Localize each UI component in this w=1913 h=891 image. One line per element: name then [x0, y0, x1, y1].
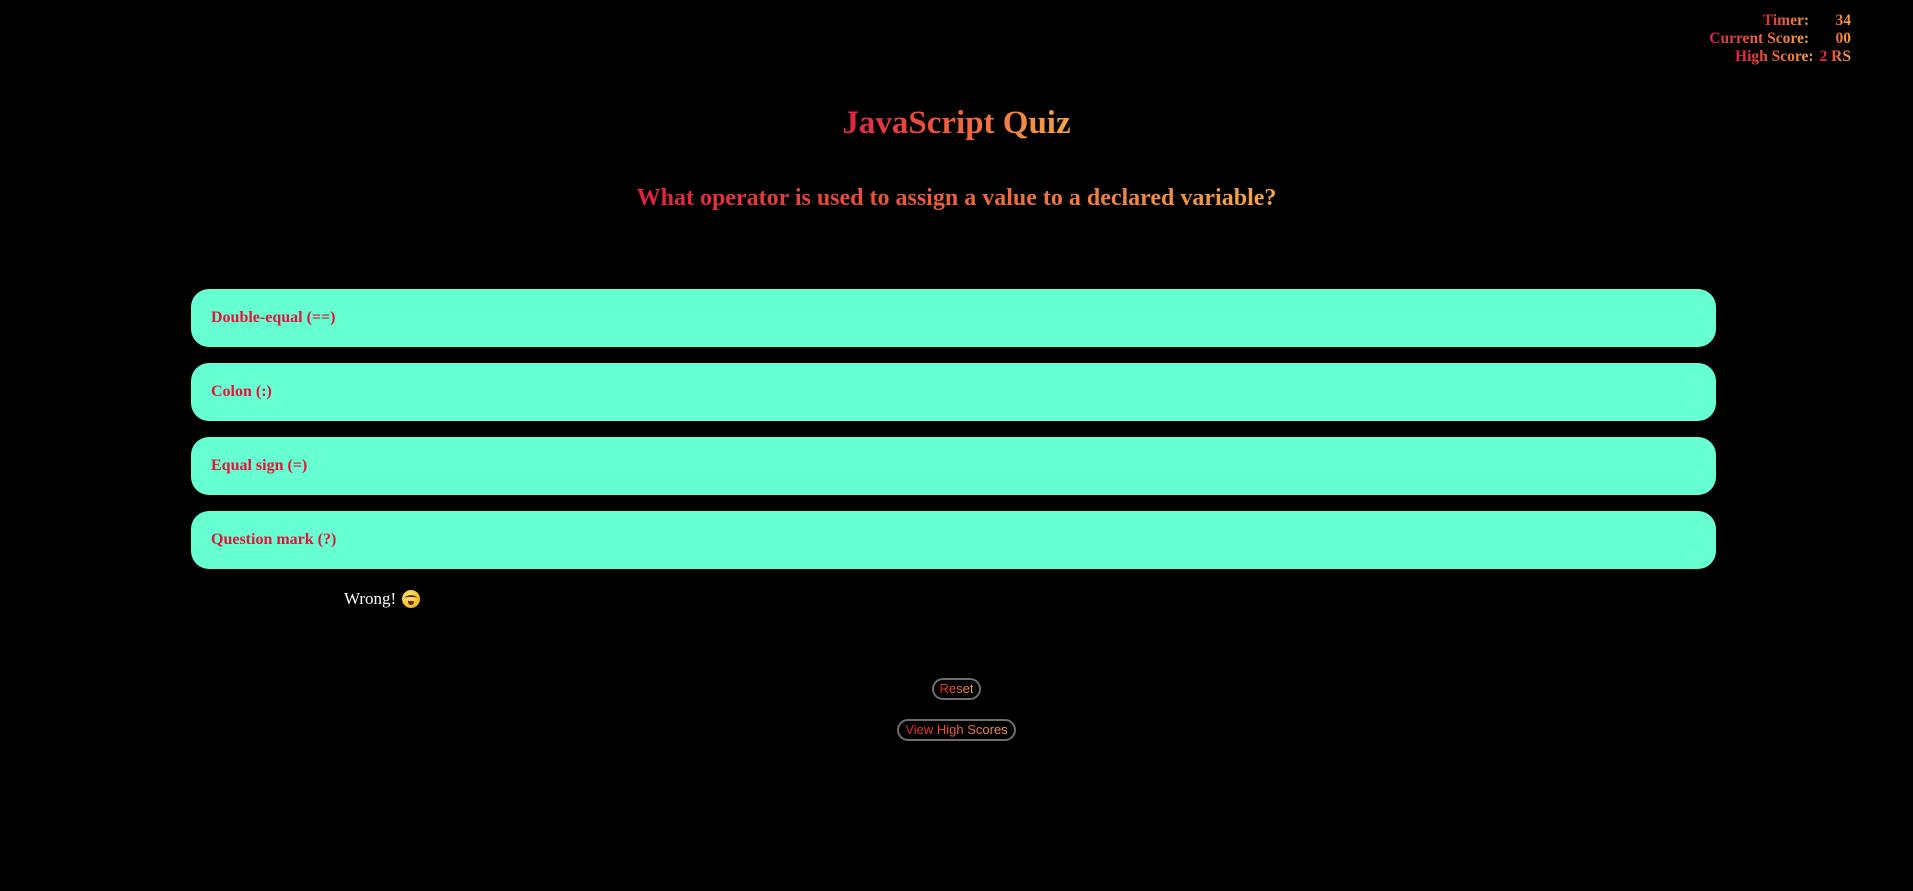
- high-score-row: High Score: 2 RS: [1651, 48, 1851, 66]
- question-wrap: What operator is used to assign a value …: [0, 185, 1913, 212]
- answer-option-2[interactable]: Colon (:): [191, 363, 1716, 421]
- question-text: What operator is used to assign a value …: [636, 185, 1277, 211]
- answer-option-4[interactable]: Question mark (?): [191, 511, 1716, 569]
- view-high-scores-wrap: View High Scores: [0, 719, 1913, 741]
- reset-button[interactable]: Reset: [931, 678, 982, 700]
- dizzy-face-emoji-icon: [402, 590, 421, 608]
- timer-value: 34: [1815, 12, 1852, 30]
- answer-option-1[interactable]: Double-equal (==): [191, 289, 1716, 347]
- current-score-row: Current Score: 00: [1651, 30, 1851, 48]
- view-high-scores-label: View High Scores: [905, 722, 1008, 737]
- answer-list: Double-equal (==) Colon (:) Equal sign (…: [191, 289, 1716, 585]
- answer-feedback: Wrong!: [344, 589, 421, 609]
- timer-label: Timer:: [1762, 12, 1809, 29]
- page-title-wrap: JavaScript Quiz: [0, 104, 1913, 142]
- timer-row: Timer: 34: [1651, 12, 1851, 30]
- reset-button-label: Reset: [939, 681, 974, 696]
- view-high-scores-button[interactable]: View High Scores: [897, 719, 1016, 741]
- high-score-label: High Score:: [1735, 48, 1814, 65]
- reset-wrap: Reset: [0, 678, 1913, 700]
- current-score-value: 00: [1815, 30, 1852, 48]
- scoreboard: Timer: 34 Current Score: 00 High Score: …: [1651, 12, 1851, 66]
- answer-option-3[interactable]: Equal sign (=): [191, 437, 1716, 495]
- current-score-label: Current Score:: [1709, 30, 1809, 47]
- page-title: JavaScript Quiz: [842, 105, 1071, 141]
- high-score-value: 2 RS: [1819, 48, 1851, 65]
- feedback-text: Wrong!: [344, 589, 397, 608]
